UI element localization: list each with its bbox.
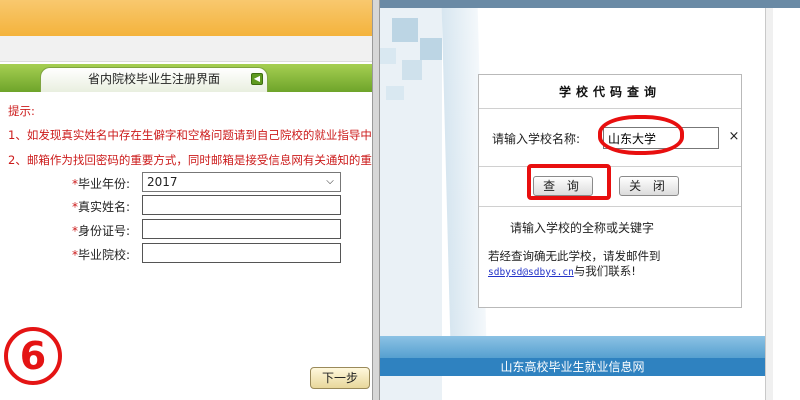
decorative-square — [402, 60, 422, 80]
notice-heading: 提示: — [8, 104, 35, 118]
contact-email-link[interactable]: sdbysd@sdbys.cn — [488, 267, 574, 278]
window-divider — [372, 0, 380, 400]
school-label: *毕业院校: — [72, 248, 131, 262]
site-footer: 山东高校毕业生就业信息网 — [380, 358, 765, 376]
window-scroll-edge — [765, 8, 773, 400]
school-code-query-window: 学校代码查询 请输入学校名称: × 查 询 关 闭 请输入学校的全称或关键字 若… — [380, 0, 800, 400]
real-name-field[interactable] — [142, 195, 341, 215]
notice-item-2: 2、邮箱作为找回密码的重要方式，同时邮箱是接受信息网有关通知的重要途径 — [8, 153, 380, 167]
decorative-bottom-band — [380, 336, 765, 358]
query-hint: 请输入学校的全称或关键字 — [510, 221, 655, 235]
chevron-down-icon: ⌵ — [326, 176, 334, 187]
decorative-square — [386, 86, 404, 100]
next-step-button[interactable]: 下一步 — [310, 367, 370, 389]
step-number-badge: 6 — [4, 327, 62, 385]
school-name-label: 请输入学校名称: — [492, 132, 581, 146]
collapse-arrow-icon[interactable]: ◀ — [251, 73, 263, 85]
graduation-year-label: *毕业年份: — [72, 177, 131, 191]
real-name-label: *真实姓名: — [72, 200, 131, 214]
contact-text: 若经查询确无此学校，请发邮件到 — [488, 249, 661, 263]
page-title: 省内院校毕业生注册界面 — [87, 72, 220, 86]
header-divider — [0, 36, 380, 62]
input-highlight-ring — [598, 115, 684, 155]
school-field[interactable] — [142, 243, 341, 263]
decorative-square — [392, 18, 418, 42]
query-panel-title: 学校代码查询 — [479, 75, 741, 109]
window-top-bar — [380, 0, 800, 8]
contact-line: sdbysd@sdbys.cn与我们联系! — [488, 263, 636, 279]
header-band — [0, 0, 380, 36]
query-button-highlight-box — [527, 164, 611, 200]
close-button[interactable]: 关 闭 — [619, 176, 679, 196]
contact-suffix: 与我们联系! — [573, 264, 636, 278]
id-number-field[interactable] — [142, 219, 341, 239]
registration-page: 省内院校毕业生注册界面 ◀ 提示: 1、如发现真实姓名中存在生僻字和空格问题请到… — [0, 0, 380, 400]
page-title-tab: 省内院校毕业生注册界面 ◀ — [40, 67, 268, 92]
id-number-label: *身份证号: — [72, 224, 131, 238]
decorative-square — [420, 38, 442, 60]
graduation-year-select[interactable]: 2017 ⌵ — [142, 172, 341, 192]
clear-icon[interactable]: × — [727, 129, 741, 145]
notice-item-1: 1、如发现真实姓名中存在生僻字和空格问题请到自己院校的就业指导中心 — [8, 128, 380, 142]
decorative-square — [380, 48, 396, 64]
